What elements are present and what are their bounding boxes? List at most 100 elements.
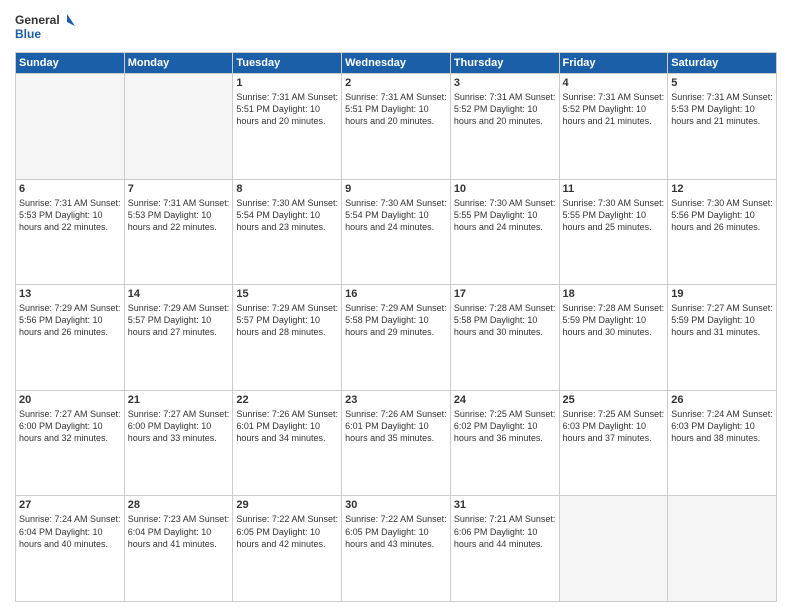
day-info: Sunrise: 7:31 AM Sunset: 5:53 PM Dayligh… — [128, 197, 230, 233]
day-info: Sunrise: 7:31 AM Sunset: 5:51 PM Dayligh… — [345, 91, 447, 127]
svg-text:General: General — [15, 13, 60, 27]
day-number: 10 — [454, 183, 556, 195]
calendar-table: SundayMondayTuesdayWednesdayThursdayFrid… — [15, 52, 777, 602]
day-info: Sunrise: 7:31 AM Sunset: 5:52 PM Dayligh… — [454, 91, 556, 127]
calendar-cell: 27 Sunrise: 7:24 AM Sunset: 6:04 PM Dayli… — [16, 496, 125, 602]
page: General Blue SundayMondayTuesdayWednesda… — [0, 0, 792, 612]
day-info: Sunrise: 7:25 AM Sunset: 6:02 PM Dayligh… — [454, 408, 556, 444]
calendar-cell: 22 Sunrise: 7:26 AM Sunset: 6:01 PM Dayli… — [233, 390, 342, 496]
day-info: Sunrise: 7:26 AM Sunset: 6:01 PM Dayligh… — [345, 408, 447, 444]
calendar-cell: 30 Sunrise: 7:22 AM Sunset: 6:05 PM Dayli… — [342, 496, 451, 602]
weekday-header: Saturday — [668, 53, 777, 74]
calendar-cell: 29 Sunrise: 7:22 AM Sunset: 6:05 PM Dayli… — [233, 496, 342, 602]
day-number: 6 — [19, 183, 121, 195]
calendar-cell: 5 Sunrise: 7:31 AM Sunset: 5:53 PM Daylig… — [668, 74, 777, 180]
day-number: 20 — [19, 394, 121, 406]
day-number: 2 — [345, 77, 447, 89]
day-number: 5 — [671, 77, 773, 89]
calendar-cell: 9 Sunrise: 7:30 AM Sunset: 5:54 PM Daylig… — [342, 179, 451, 285]
calendar-cell: 4 Sunrise: 7:31 AM Sunset: 5:52 PM Daylig… — [559, 74, 668, 180]
calendar-cell: 24 Sunrise: 7:25 AM Sunset: 6:02 PM Dayli… — [450, 390, 559, 496]
calendar-cell: 10 Sunrise: 7:30 AM Sunset: 5:55 PM Dayli… — [450, 179, 559, 285]
day-info: Sunrise: 7:25 AM Sunset: 6:03 PM Dayligh… — [563, 408, 665, 444]
day-info: Sunrise: 7:30 AM Sunset: 5:54 PM Dayligh… — [236, 197, 338, 233]
svg-text:Blue: Blue — [15, 27, 41, 41]
day-info: Sunrise: 7:22 AM Sunset: 6:05 PM Dayligh… — [345, 513, 447, 549]
calendar-cell: 17 Sunrise: 7:28 AM Sunset: 5:58 PM Dayli… — [450, 285, 559, 391]
day-info: Sunrise: 7:27 AM Sunset: 6:00 PM Dayligh… — [19, 408, 121, 444]
weekday-header: Wednesday — [342, 53, 451, 74]
day-number: 17 — [454, 288, 556, 300]
day-info: Sunrise: 7:30 AM Sunset: 5:54 PM Dayligh… — [345, 197, 447, 233]
day-info: Sunrise: 7:27 AM Sunset: 5:59 PM Dayligh… — [671, 302, 773, 338]
calendar-week-row: 13 Sunrise: 7:29 AM Sunset: 5:56 PM Dayli… — [16, 285, 777, 391]
day-number: 30 — [345, 499, 447, 511]
day-number: 21 — [128, 394, 230, 406]
calendar-cell: 1 Sunrise: 7:31 AM Sunset: 5:51 PM Daylig… — [233, 74, 342, 180]
calendar-cell: 12 Sunrise: 7:30 AM Sunset: 5:56 PM Dayli… — [668, 179, 777, 285]
day-number: 24 — [454, 394, 556, 406]
day-info: Sunrise: 7:31 AM Sunset: 5:53 PM Dayligh… — [671, 91, 773, 127]
day-number: 29 — [236, 499, 338, 511]
calendar-cell: 18 Sunrise: 7:28 AM Sunset: 5:59 PM Dayli… — [559, 285, 668, 391]
calendar-week-row: 27 Sunrise: 7:24 AM Sunset: 6:04 PM Dayli… — [16, 496, 777, 602]
weekday-header: Tuesday — [233, 53, 342, 74]
day-info: Sunrise: 7:22 AM Sunset: 6:05 PM Dayligh… — [236, 513, 338, 549]
calendar-cell: 20 Sunrise: 7:27 AM Sunset: 6:00 PM Dayli… — [16, 390, 125, 496]
day-info: Sunrise: 7:31 AM Sunset: 5:51 PM Dayligh… — [236, 91, 338, 127]
header: General Blue — [15, 10, 777, 46]
calendar-cell: 11Sunrise: 7:30 AM Sunset: 5:55 PM Dayli… — [559, 179, 668, 285]
day-info: Sunrise: 7:26 AM Sunset: 6:01 PM Dayligh… — [236, 408, 338, 444]
calendar-cell: 3 Sunrise: 7:31 AM Sunset: 5:52 PM Daylig… — [450, 74, 559, 180]
day-number: 23 — [345, 394, 447, 406]
day-number: 1 — [236, 77, 338, 89]
calendar-cell: 31 Sunrise: 7:21 AM Sunset: 6:06 PM Dayli… — [450, 496, 559, 602]
calendar-cell: 19Sunrise: 7:27 AM Sunset: 5:59 PM Dayli… — [668, 285, 777, 391]
day-number: 3 — [454, 77, 556, 89]
day-info: Sunrise: 7:23 AM Sunset: 6:04 PM Dayligh… — [128, 513, 230, 549]
day-info: Sunrise: 7:29 AM Sunset: 5:57 PM Dayligh… — [128, 302, 230, 338]
day-info: Sunrise: 7:31 AM Sunset: 5:53 PM Dayligh… — [19, 197, 121, 233]
calendar-cell: 21Sunrise: 7:27 AM Sunset: 6:00 PM Dayli… — [124, 390, 233, 496]
calendar-cell — [124, 74, 233, 180]
logo: General Blue — [15, 10, 75, 46]
day-info: Sunrise: 7:29 AM Sunset: 5:56 PM Dayligh… — [19, 302, 121, 338]
calendar-cell — [668, 496, 777, 602]
day-info: Sunrise: 7:28 AM Sunset: 5:58 PM Dayligh… — [454, 302, 556, 338]
calendar-week-row: 1 Sunrise: 7:31 AM Sunset: 5:51 PM Daylig… — [16, 74, 777, 180]
day-number: 31 — [454, 499, 556, 511]
day-number: 25 — [563, 394, 665, 406]
calendar-cell — [16, 74, 125, 180]
day-info: Sunrise: 7:24 AM Sunset: 6:03 PM Dayligh… — [671, 408, 773, 444]
day-info: Sunrise: 7:30 AM Sunset: 5:56 PM Dayligh… — [671, 197, 773, 233]
calendar-cell: 25 Sunrise: 7:25 AM Sunset: 6:03 PM Dayli… — [559, 390, 668, 496]
day-number: 9 — [345, 183, 447, 195]
day-number: 18 — [563, 288, 665, 300]
calendar-cell: 6 Sunrise: 7:31 AM Sunset: 5:53 PM Daylig… — [16, 179, 125, 285]
day-number: 14 — [128, 288, 230, 300]
day-number: 4 — [563, 77, 665, 89]
weekday-header: Sunday — [16, 53, 125, 74]
day-number: 22 — [236, 394, 338, 406]
day-number: 27 — [19, 499, 121, 511]
calendar-cell: 28Sunrise: 7:23 AM Sunset: 6:04 PM Dayli… — [124, 496, 233, 602]
calendar-header-row: SundayMondayTuesdayWednesdayThursdayFrid… — [16, 53, 777, 74]
day-number: 7 — [128, 183, 230, 195]
day-info: Sunrise: 7:21 AM Sunset: 6:06 PM Dayligh… — [454, 513, 556, 549]
day-info: Sunrise: 7:31 AM Sunset: 5:52 PM Dayligh… — [563, 91, 665, 127]
day-number: 16 — [345, 288, 447, 300]
day-number: 12 — [671, 183, 773, 195]
calendar-cell: 26Sunrise: 7:24 AM Sunset: 6:03 PM Dayli… — [668, 390, 777, 496]
day-info: Sunrise: 7:30 AM Sunset: 5:55 PM Dayligh… — [563, 197, 665, 233]
day-number: 15 — [236, 288, 338, 300]
calendar-cell: 13 Sunrise: 7:29 AM Sunset: 5:56 PM Dayli… — [16, 285, 125, 391]
day-info: Sunrise: 7:28 AM Sunset: 5:59 PM Dayligh… — [563, 302, 665, 338]
calendar-cell: 14 Sunrise: 7:29 AM Sunset: 5:57 PM Dayli… — [124, 285, 233, 391]
day-info: Sunrise: 7:24 AM Sunset: 6:04 PM Dayligh… — [19, 513, 121, 549]
day-info: Sunrise: 7:29 AM Sunset: 5:57 PM Dayligh… — [236, 302, 338, 338]
logo-svg: General Blue — [15, 10, 75, 46]
calendar-week-row: 6 Sunrise: 7:31 AM Sunset: 5:53 PM Daylig… — [16, 179, 777, 285]
day-number: 13 — [19, 288, 121, 300]
day-info: Sunrise: 7:30 AM Sunset: 5:55 PM Dayligh… — [454, 197, 556, 233]
calendar-cell: 8Sunrise: 7:30 AM Sunset: 5:54 PM Daylig… — [233, 179, 342, 285]
